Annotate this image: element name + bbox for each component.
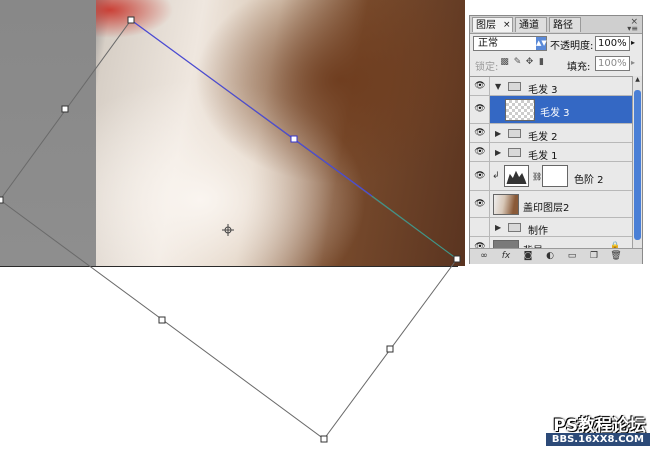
eye-icon: 👁 (474, 81, 486, 91)
layer-group-hair-1[interactable]: 👁 ▶ 毛发 1 (470, 143, 632, 162)
visibility-toggle[interactable]: 👁 (470, 124, 490, 142)
panel-footer: ∞ fx ◙ ◐ ▭ ❐ 🗑 (470, 248, 642, 264)
layer-name: 盖印图层2 (523, 203, 570, 214)
layer-thumbnail (493, 194, 519, 215)
tab-paths[interactable]: 路径 (549, 17, 581, 32)
layers-panel: 图层 × 通道 路径 × ▾≡ 正常 ▲▼ 不透明度: 100% ▸ 锁定: ▩… (469, 15, 643, 264)
link-icon[interactable]: ∞ (478, 251, 490, 262)
fill-label: 填充: (567, 62, 591, 73)
free-transform-box[interactable] (0, 0, 465, 449)
site-watermark: PS教程论坛 BBS.16XX8.COM (528, 411, 650, 449)
eye-icon: 👁 (474, 171, 486, 181)
visibility-toggle[interactable]: 👁 (470, 77, 490, 95)
triangle-right-icon[interactable]: ▶ (495, 148, 501, 157)
layer-name: 毛发 3 (528, 85, 558, 96)
triangle-right-icon[interactable]: ▶ (495, 223, 501, 232)
transform-handle-bottom-right-mid[interactable] (386, 345, 394, 353)
folder-icon (508, 223, 521, 232)
layer-name: 色阶 2 (574, 175, 604, 186)
eye-icon: 👁 (474, 199, 486, 209)
new-layer-icon[interactable]: ❐ (588, 251, 600, 262)
tab-layers[interactable]: 图层 × (472, 17, 513, 32)
tab-close-icon[interactable]: × (503, 18, 511, 33)
layer-list-scrollbar[interactable]: ▲ (632, 76, 642, 248)
fill-input[interactable]: 100% (595, 56, 630, 71)
trash-icon[interactable]: 🗑 (610, 251, 622, 262)
chevron-down-icon: ▲▼ (536, 37, 547, 50)
layer-levels-2[interactable]: 👁 ↲ ⛓ 色阶 2 (470, 162, 632, 191)
group-icon[interactable]: ▭ (566, 251, 578, 262)
transform-handle-left[interactable] (0, 196, 4, 204)
opacity-slider-arrow-icon[interactable]: ▸ (631, 38, 635, 47)
transform-handle-right[interactable] (453, 255, 461, 263)
scrollbar-thumb[interactable] (634, 90, 641, 240)
watermark-url: BBS.16XX8.COM (545, 433, 650, 446)
clip-arrow-icon: ↲ (492, 171, 500, 181)
lock-position-icon[interactable]: ✥ (524, 57, 535, 68)
visibility-toggle[interactable]: 👁 (470, 96, 490, 123)
folder-icon (508, 148, 521, 157)
transform-handle-top-right-mid[interactable] (290, 135, 298, 143)
layer-name: 毛发 3 (540, 108, 570, 119)
visibility-toggle[interactable]: 👁 (470, 162, 490, 190)
adjustment-icon[interactable]: ◐ (544, 251, 556, 262)
lock-transparency-icon[interactable]: ▩ (499, 57, 510, 68)
layer-hair-3[interactable]: 👁 毛发 3 (470, 96, 632, 124)
layer-name: 制作 (528, 226, 548, 237)
layer-group-make[interactable]: ▶ 制作 (470, 218, 632, 237)
transform-handle-top[interactable] (127, 16, 135, 24)
lock-all-icon[interactable]: ▮ (536, 57, 547, 68)
transform-handle-bottom[interactable] (320, 435, 328, 443)
layer-list: 👁 ▼ 毛发 3 👁 毛发 3 👁 ▶ 毛发 2 👁 ▶ 毛发 1 👁 ↲ ⛓ … (470, 76, 632, 249)
layer-group-hair-2[interactable]: 👁 ▶ 毛发 2 (470, 124, 632, 143)
layer-name: 毛发 1 (528, 151, 558, 162)
tab-channels[interactable]: 通道 (515, 17, 547, 32)
guide-path (130, 19, 373, 197)
transform-center-point[interactable] (222, 224, 234, 236)
fill-slider-arrow-icon[interactable]: ▸ (631, 58, 635, 67)
folder-icon (508, 82, 521, 91)
fx-icon[interactable]: fx (500, 251, 512, 262)
blend-row: 正常 ▲▼ 不透明度: 100% ▸ (473, 36, 641, 52)
visibility-toggle[interactable]: 👁 (470, 143, 490, 161)
transform-handle-top-left-mid[interactable] (61, 105, 69, 113)
visibility-toggle[interactable] (470, 218, 490, 236)
panel-menu-icon[interactable]: ▾≡ (627, 24, 638, 33)
triangle-down-icon[interactable]: ▼ (495, 82, 501, 91)
layer-name: 毛发 2 (528, 132, 558, 143)
panel-tab-bar: 图层 × 通道 路径 × ▾≡ (470, 16, 642, 34)
scroll-up-icon[interactable]: ▲ (633, 76, 642, 86)
layer-thumbnail (505, 99, 535, 121)
guide-path-end (371, 195, 458, 260)
folder-icon (508, 129, 521, 138)
layer-group-hair-3[interactable]: 👁 ▼ 毛发 3 (470, 77, 632, 96)
layer-stamp-2[interactable]: 👁 盖印图层2 (470, 191, 632, 218)
lock-pixels-icon[interactable]: ✎ (512, 57, 523, 68)
blend-mode-value: 正常 (478, 38, 498, 49)
tab-paths-label: 路径 (553, 20, 573, 31)
tab-channels-label: 通道 (519, 20, 539, 31)
eye-icon: 👁 (474, 128, 486, 138)
layer-mask-thumbnail[interactable] (542, 165, 568, 187)
mask-icon[interactable]: ◙ (522, 251, 534, 262)
levels-histogram-icon (504, 165, 529, 187)
transform-handle-bottom-left-mid[interactable] (158, 316, 166, 324)
document-canvas[interactable] (0, 0, 465, 449)
chain-link-icon[interactable]: ⛓ (532, 172, 542, 181)
visibility-toggle[interactable]: 👁 (470, 191, 490, 217)
eye-icon: 👁 (474, 104, 486, 114)
eye-icon: 👁 (474, 147, 486, 157)
blend-mode-select[interactable]: 正常 ▲▼ (473, 36, 547, 51)
triangle-right-icon[interactable]: ▶ (495, 129, 501, 138)
tab-layers-label: 图层 (476, 20, 496, 31)
lock-row: 锁定: ▩ ✎ ✥ ▮ 填充: 100% ▸ (473, 56, 641, 73)
opacity-input[interactable]: 100% (595, 36, 630, 51)
opacity-label: 不透明度: (550, 41, 594, 52)
lock-label: 锁定: (475, 62, 499, 73)
